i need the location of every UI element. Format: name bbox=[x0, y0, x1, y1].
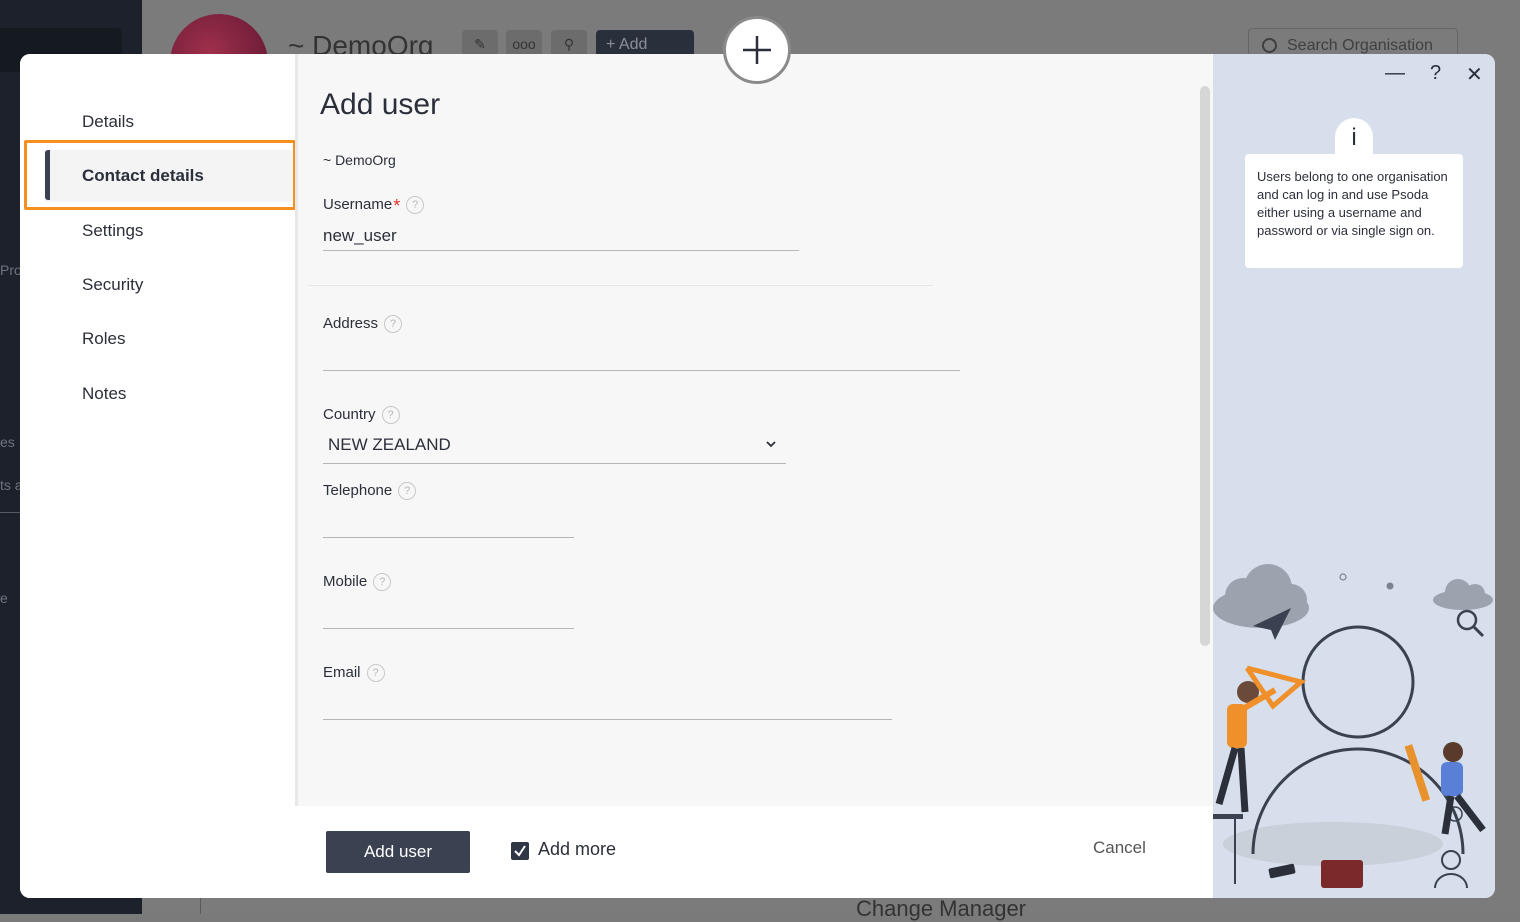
add-more-label[interactable]: Add more bbox=[538, 839, 616, 860]
email-label: Email? bbox=[323, 664, 385, 683]
active-indicator bbox=[45, 150, 50, 200]
help-icon[interactable]: ? bbox=[1430, 62, 1441, 85]
help-panel: — ? ✕ i Users belong to one organisation… bbox=[1213, 54, 1495, 898]
people-illustration bbox=[1213, 564, 1493, 889]
country-select[interactable]: NEW ZEALAND bbox=[328, 435, 451, 455]
country-label: Country? bbox=[323, 406, 400, 425]
address-label: Address? bbox=[323, 315, 403, 334]
add-user-modal: Details Contact details Settings Securit… bbox=[20, 16, 1495, 898]
sidebar-text: es bbox=[0, 434, 15, 450]
help-icon[interactable]: ? bbox=[398, 482, 417, 501]
address-field[interactable] bbox=[323, 344, 953, 368]
section-divider bbox=[308, 285, 933, 286]
sidebar-text: e bbox=[0, 590, 8, 606]
email-underline bbox=[323, 719, 892, 720]
info-icon: i bbox=[1335, 118, 1373, 158]
add-user-button[interactable]: Add user bbox=[326, 831, 470, 873]
sidebar-divider bbox=[0, 512, 20, 513]
telephone-field[interactable] bbox=[323, 510, 568, 534]
contact-form: Add user ~ DemoOrg Username*? Address? C… bbox=[298, 54, 1213, 806]
sidebar-text: Pro bbox=[0, 262, 22, 278]
nav-item-label: Contact details bbox=[82, 166, 204, 185]
nav-item-security[interactable]: Security bbox=[82, 275, 143, 295]
cancel-button[interactable]: Cancel bbox=[1093, 838, 1146, 858]
country-underline bbox=[323, 463, 786, 464]
required-marker: * bbox=[393, 196, 401, 216]
checkmark-icon bbox=[514, 845, 526, 857]
info-text: Users belong to one organisation and can… bbox=[1257, 169, 1448, 238]
bg-divider bbox=[200, 896, 201, 914]
help-icon[interactable]: ? bbox=[373, 573, 392, 592]
nav-item-settings[interactable]: Settings bbox=[82, 221, 143, 241]
telephone-label-text: Telephone bbox=[323, 482, 393, 499]
nav-item-roles[interactable]: Roles bbox=[82, 329, 125, 349]
add-more-checkbox[interactable] bbox=[511, 842, 529, 860]
email-field[interactable] bbox=[323, 692, 883, 716]
help-icon[interactable]: ? bbox=[366, 664, 385, 683]
mobile-underline bbox=[323, 628, 574, 629]
mobile-field[interactable] bbox=[323, 601, 568, 625]
close-icon[interactable]: ✕ bbox=[1466, 62, 1483, 87]
username-label-text: Username bbox=[323, 196, 393, 213]
help-icon[interactable]: ? bbox=[384, 315, 403, 334]
page-title: Add user bbox=[320, 88, 441, 121]
search-icon bbox=[1262, 38, 1277, 53]
telephone-underline bbox=[323, 537, 574, 538]
background-text: Change Manager bbox=[856, 896, 1027, 921]
username-label: Username*? bbox=[323, 196, 425, 217]
help-icon[interactable]: ? bbox=[406, 196, 425, 215]
nav-item-notes[interactable]: Notes bbox=[82, 384, 126, 404]
modal-nav: Details Contact details Settings Securit… bbox=[20, 54, 296, 806]
org-label: ~ DemoOrg bbox=[323, 152, 396, 168]
scrollbar[interactable] bbox=[1200, 86, 1210, 646]
address-underline bbox=[323, 370, 960, 371]
address-label-text: Address bbox=[323, 315, 379, 332]
minimize-icon[interactable]: — bbox=[1385, 62, 1405, 85]
nav-item-details[interactable]: Details bbox=[82, 112, 134, 132]
plus-glyph bbox=[743, 36, 771, 64]
mobile-label-text: Mobile bbox=[323, 573, 368, 590]
chevron-down-icon[interactable] bbox=[766, 439, 776, 449]
plus-icon bbox=[723, 16, 791, 84]
email-label-text: Email bbox=[323, 664, 361, 681]
telephone-label: Telephone? bbox=[323, 482, 417, 501]
username-field[interactable] bbox=[323, 224, 793, 248]
country-label-text: Country bbox=[323, 406, 376, 423]
info-bubble: Users belong to one organisation and can… bbox=[1245, 154, 1463, 268]
mobile-label: Mobile? bbox=[323, 573, 392, 592]
help-icon[interactable]: ? bbox=[381, 406, 400, 425]
modal-footer bbox=[20, 806, 1213, 898]
username-underline bbox=[323, 250, 799, 251]
